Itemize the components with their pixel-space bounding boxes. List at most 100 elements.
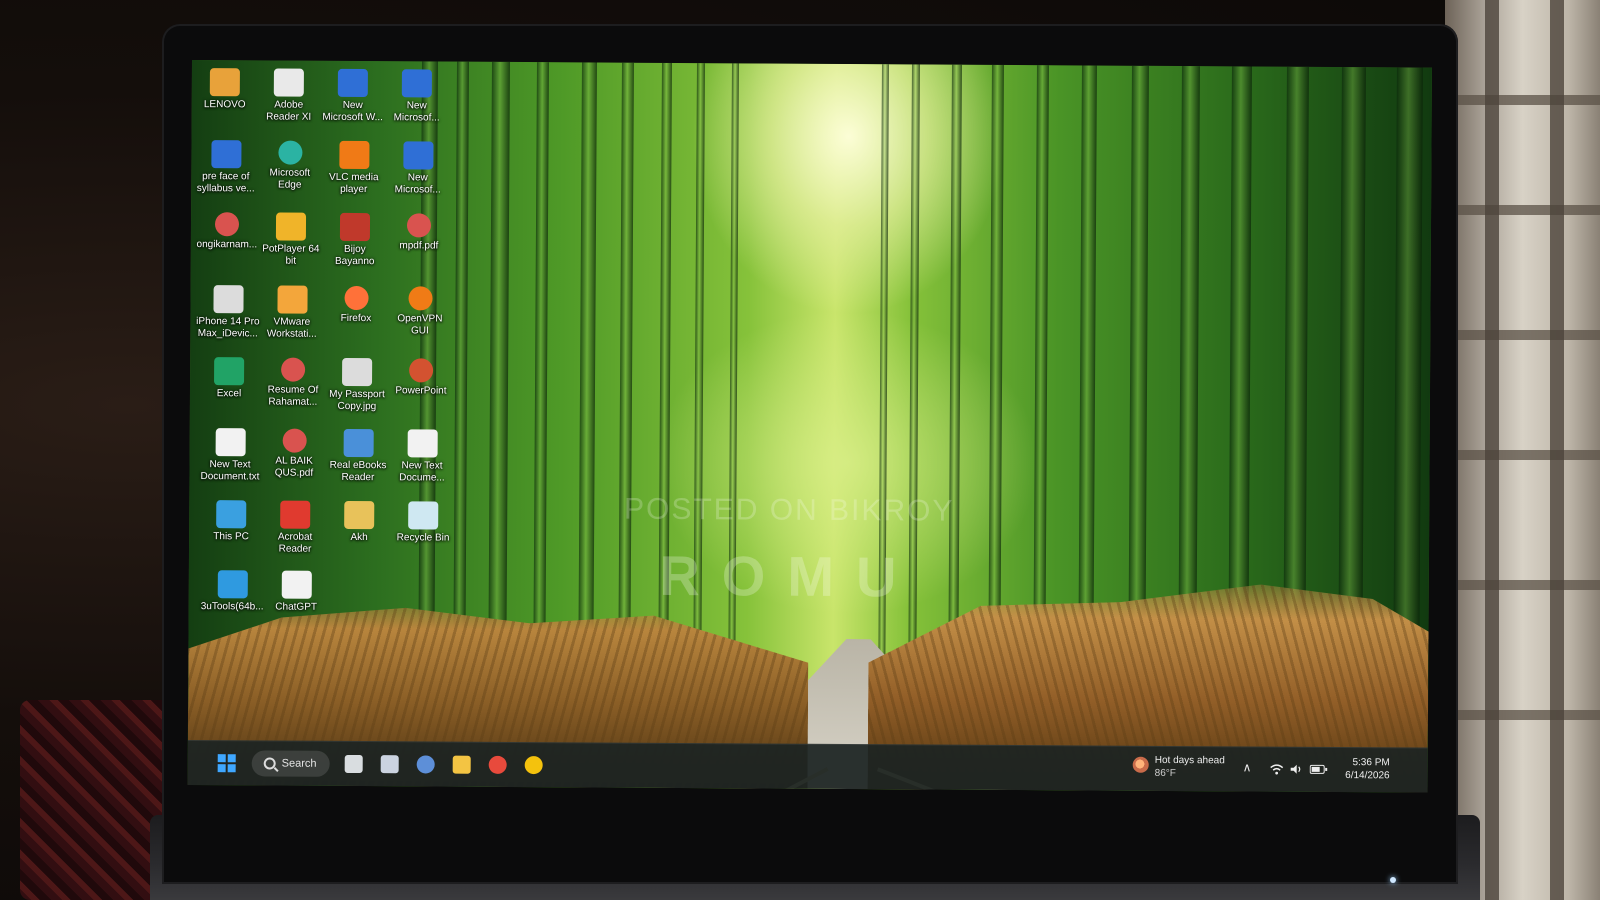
desktop-icon[interactable]: New Microsoft W... xyxy=(320,68,386,124)
taskbar: Search Hot days ahead 86°F ∧ 5:36 PM 6/1… xyxy=(187,739,1428,793)
powerpoint-icon xyxy=(409,358,434,383)
task-view-icon[interactable] xyxy=(340,750,368,778)
desktop-icon[interactable]: Adobe Reader XI xyxy=(256,68,322,123)
taskbar-search-button[interactable]: Search xyxy=(251,750,330,777)
desktop-icon-label: 3uTools(64b... xyxy=(200,601,264,613)
desktop-icon[interactable]: This PC xyxy=(198,500,264,543)
ebook-reader-icon xyxy=(343,428,374,458)
desktop-icon-label: This PC xyxy=(213,531,249,543)
text-file-icon xyxy=(215,428,246,457)
weather-temperature: 86°F xyxy=(1154,767,1176,780)
desktop-icon-label: New Microsoft W... xyxy=(322,99,383,124)
desktop-icon-label: mpdf.pdf xyxy=(399,240,439,252)
desktop-icon[interactable]: Excel xyxy=(196,357,262,400)
desktop-icon-label: Real eBooks Reader xyxy=(329,459,387,484)
desktop-icon-label: Akh xyxy=(350,531,368,544)
desktop-icon[interactable]: Akh xyxy=(326,500,392,544)
desktop-icon[interactable]: Bijoy Bayanno xyxy=(322,212,388,268)
desktop-icon-label: Resume Of Rahamat... xyxy=(267,384,319,408)
clock-time: 5:36 PM xyxy=(1352,757,1390,769)
desktop-icon[interactable]: mpdf.pdf xyxy=(386,213,452,252)
desktop-icon[interactable]: VLC media player xyxy=(321,140,387,196)
start-button[interactable] xyxy=(214,749,242,777)
desktop-icon[interactable]: New Microsof... xyxy=(384,69,450,124)
desktop-icon[interactable]: Real eBooks Reader xyxy=(325,428,391,484)
this-pc-icon xyxy=(216,500,247,529)
desktop-icon-label: VLC media player xyxy=(329,171,379,196)
excel-icon xyxy=(214,357,245,386)
desktop-icon[interactable]: 3uTools(64b... xyxy=(199,570,265,613)
power-led-icon xyxy=(1390,877,1396,883)
desktop-icon[interactable]: Acrobat Reader xyxy=(262,500,328,555)
desktop-icon[interactable]: New Text Docume... xyxy=(389,429,455,484)
openvpn-icon xyxy=(407,286,433,311)
desktop-icon-label: VMware Workstati... xyxy=(266,316,317,340)
desktop-icon-label: OpenVPN GUI xyxy=(397,313,443,337)
chrome-icon[interactable] xyxy=(520,751,548,779)
pdf-icon xyxy=(214,212,240,237)
folder-icon xyxy=(344,500,375,530)
desktop-icon-label: Recycle Bin xyxy=(396,532,450,544)
weather-icon xyxy=(1132,756,1149,773)
window-background xyxy=(1445,0,1600,900)
widgets-store-icon[interactable] xyxy=(376,750,404,778)
chevron-up-icon[interactable]: ∧ xyxy=(1243,760,1252,774)
search-icon xyxy=(263,757,276,770)
desktop-icon[interactable]: Firefox xyxy=(323,285,389,325)
text-file-icon xyxy=(407,429,438,458)
desktop-icon-label: Bijoy Bayanno xyxy=(334,243,375,268)
pdf-icon xyxy=(406,213,432,238)
desktop-icon[interactable]: OpenVPN GUI xyxy=(387,286,453,337)
desktop-icon[interactable]: LENOVO xyxy=(192,68,258,111)
wifi-icon[interactable] xyxy=(1270,764,1284,777)
settings-icon[interactable] xyxy=(412,750,440,778)
desktop-icon-label: iPhone 14 Pro Max_iDevic... xyxy=(196,316,260,340)
desktop-icon-label: ChatGPT xyxy=(275,601,318,613)
desktop-icon[interactable]: AL BAIK QUS.pdf xyxy=(261,428,327,479)
desktop-icon[interactable]: New Text Document.txt xyxy=(197,428,263,483)
desktop-icon-label: My Passport Copy.jpg xyxy=(329,388,385,413)
image-icon xyxy=(342,357,373,387)
desktop-icon[interactable]: VMware Workstati... xyxy=(259,285,325,340)
desktop-icon[interactable]: iPhone 14 Pro Max_iDevic... xyxy=(195,285,261,340)
desktop-icon[interactable]: My Passport Copy.jpg xyxy=(324,357,390,413)
desktop-icon-label: New Text Docume... xyxy=(399,460,445,484)
desktop-icon[interactable]: ChatGPT xyxy=(263,570,329,613)
volume-icon[interactable] xyxy=(1290,764,1304,777)
recycle-bin-icon xyxy=(408,501,439,530)
system-clock[interactable]: 5:36 PM 6/14/2026 xyxy=(1345,756,1390,782)
desktop-icon[interactable]: Recycle Bin xyxy=(390,501,456,544)
desktop-icon-label: ongikarnam... xyxy=(196,239,258,251)
file-explorer-icon[interactable] xyxy=(448,751,476,779)
clock-date: 6/14/2026 xyxy=(1345,770,1390,782)
desktop-icon[interactable]: PotPlayer 64 bit xyxy=(258,212,324,267)
firefox-icon xyxy=(343,285,369,311)
desktop-icon-label: New Microsof... xyxy=(393,100,440,124)
desktop-icon[interactable]: New Microsof... xyxy=(385,141,451,196)
edge-icon xyxy=(277,140,303,165)
laptop-screen: POSTED ON BIKROY ROMU LENOVO Adobe Reader… xyxy=(187,60,1432,793)
word-icon xyxy=(401,69,432,98)
desktop-icon[interactable]: pre face of syllabus ve... xyxy=(193,140,259,195)
desktop-icon[interactable]: PowerPoint xyxy=(388,358,454,397)
watermark-name: ROMU xyxy=(659,543,919,609)
3utools-icon xyxy=(217,570,248,599)
document-icon xyxy=(273,68,304,97)
desktop-icon-label: LENOVO xyxy=(203,99,246,111)
chrome-icon[interactable] xyxy=(484,751,512,779)
desktop-icon[interactable]: ongikarnam... xyxy=(194,212,260,251)
pdf-icon xyxy=(281,357,306,382)
watermark-text: POSTED ON BIKROY xyxy=(623,492,955,528)
desktop-icon[interactable]: Microsoft Edge xyxy=(257,140,323,191)
desktop-icon-label: PowerPoint xyxy=(395,385,447,397)
potplayer-icon xyxy=(275,212,307,241)
vlc-icon xyxy=(338,140,370,170)
desktop-icon-label: Excel xyxy=(216,388,242,400)
pdf-icon xyxy=(282,428,307,453)
battery-icon[interactable] xyxy=(1309,764,1328,777)
desktop-icon-label: Adobe Reader XI xyxy=(266,99,312,123)
desktop-icon[interactable]: Resume Of Rahamat... xyxy=(260,357,326,408)
desktop-icon-label: pre face of syllabus ve... xyxy=(196,171,255,195)
word-icon xyxy=(402,141,434,170)
image-icon xyxy=(212,285,244,314)
